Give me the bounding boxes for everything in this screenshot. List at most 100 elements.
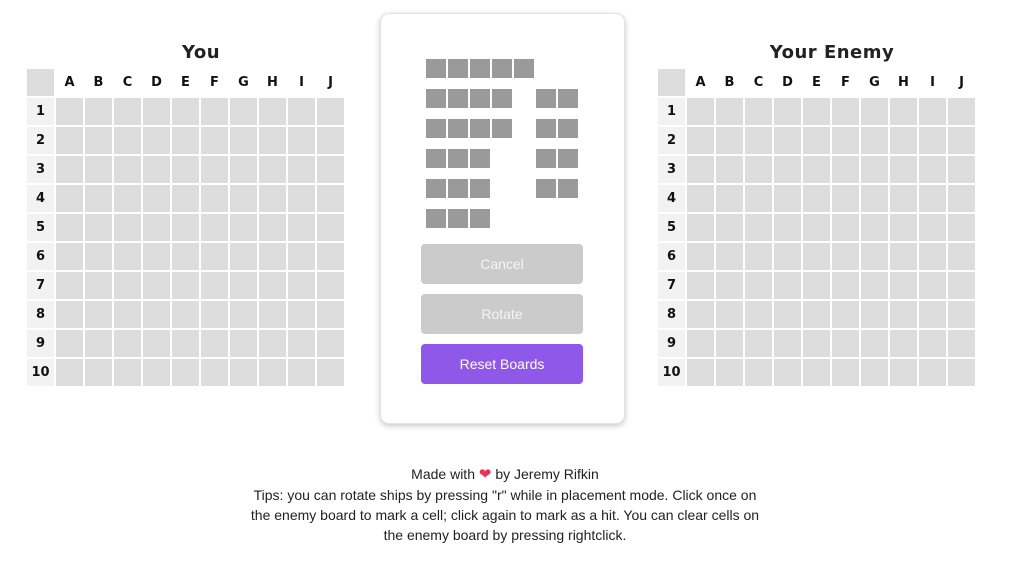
enemy-cell-e2[interactable] [803,127,830,154]
player-cell-b5[interactable] [85,214,112,241]
enemy-cell-j3[interactable] [948,156,975,183]
player-cell-a1[interactable] [56,98,83,125]
enemy-cell-j5[interactable] [948,214,975,241]
player-cell-f4[interactable] [201,185,228,212]
player-cell-i7[interactable] [288,272,315,299]
enemy-cell-a4[interactable] [687,185,714,212]
enemy-cell-f5[interactable] [832,214,859,241]
enemy-cell-f9[interactable] [832,330,859,357]
enemy-cell-i4[interactable] [919,185,946,212]
enemy-cell-e10[interactable] [803,359,830,386]
ship-battleship-2[interactable] [426,119,512,138]
enemy-cell-a9[interactable] [687,330,714,357]
ship-cruiser-3[interactable] [426,209,490,228]
enemy-cell-i5[interactable] [919,214,946,241]
player-cell-d10[interactable] [143,359,170,386]
enemy-cell-b10[interactable] [716,359,743,386]
player-cell-d6[interactable] [143,243,170,270]
player-cell-f10[interactable] [201,359,228,386]
player-cell-c4[interactable] [114,185,141,212]
player-cell-i8[interactable] [288,301,315,328]
player-cell-e1[interactable] [172,98,199,125]
player-cell-f6[interactable] [201,243,228,270]
player-cell-i3[interactable] [288,156,315,183]
ship-cruiser-1[interactable] [426,149,490,168]
player-cell-e8[interactable] [172,301,199,328]
enemy-cell-e1[interactable] [803,98,830,125]
player-cell-f7[interactable] [201,272,228,299]
player-cell-d3[interactable] [143,156,170,183]
player-cell-i4[interactable] [288,185,315,212]
player-cell-j1[interactable] [317,98,344,125]
enemy-cell-d8[interactable] [774,301,801,328]
enemy-cell-j9[interactable] [948,330,975,357]
enemy-cell-d3[interactable] [774,156,801,183]
player-cell-h2[interactable] [259,127,286,154]
enemy-cell-f8[interactable] [832,301,859,328]
player-cell-d1[interactable] [143,98,170,125]
enemy-cell-f1[interactable] [832,98,859,125]
enemy-cell-h1[interactable] [890,98,917,125]
enemy-cell-e6[interactable] [803,243,830,270]
player-cell-i6[interactable] [288,243,315,270]
enemy-cell-h4[interactable] [890,185,917,212]
player-cell-a9[interactable] [56,330,83,357]
player-cell-f8[interactable] [201,301,228,328]
enemy-cell-a1[interactable] [687,98,714,125]
player-cell-c3[interactable] [114,156,141,183]
enemy-cell-a8[interactable] [687,301,714,328]
player-cell-c5[interactable] [114,214,141,241]
player-cell-b10[interactable] [85,359,112,386]
enemy-cell-i3[interactable] [919,156,946,183]
player-cell-c1[interactable] [114,98,141,125]
enemy-cell-e3[interactable] [803,156,830,183]
player-cell-f1[interactable] [201,98,228,125]
player-cell-g5[interactable] [230,214,257,241]
player-cell-e6[interactable] [172,243,199,270]
ship-destroyer-3[interactable] [536,149,578,168]
player-cell-b1[interactable] [85,98,112,125]
enemy-cell-b6[interactable] [716,243,743,270]
enemy-cell-h7[interactable] [890,272,917,299]
player-cell-e3[interactable] [172,156,199,183]
player-cell-j8[interactable] [317,301,344,328]
enemy-cell-c2[interactable] [745,127,772,154]
enemy-cell-g10[interactable] [861,359,888,386]
player-cell-d7[interactable] [143,272,170,299]
rotate-button[interactable]: Rotate [421,294,583,334]
player-cell-h7[interactable] [259,272,286,299]
enemy-cell-f10[interactable] [832,359,859,386]
player-cell-g8[interactable] [230,301,257,328]
player-cell-c9[interactable] [114,330,141,357]
enemy-cell-c9[interactable] [745,330,772,357]
enemy-cell-e9[interactable] [803,330,830,357]
enemy-cell-b3[interactable] [716,156,743,183]
player-cell-f5[interactable] [201,214,228,241]
player-cell-j2[interactable] [317,127,344,154]
player-cell-e4[interactable] [172,185,199,212]
ship-carrier[interactable] [426,59,534,78]
player-cell-h10[interactable] [259,359,286,386]
player-cell-d5[interactable] [143,214,170,241]
enemy-cell-f2[interactable] [832,127,859,154]
enemy-cell-j4[interactable] [948,185,975,212]
player-cell-h8[interactable] [259,301,286,328]
enemy-cell-i1[interactable] [919,98,946,125]
enemy-cell-a5[interactable] [687,214,714,241]
player-cell-g3[interactable] [230,156,257,183]
enemy-cell-g5[interactable] [861,214,888,241]
enemy-cell-d2[interactable] [774,127,801,154]
player-cell-j9[interactable] [317,330,344,357]
ship-destroyer-1[interactable] [536,89,578,108]
enemy-cell-c10[interactable] [745,359,772,386]
reset-boards-button[interactable]: Reset Boards [421,344,583,384]
enemy-cell-c7[interactable] [745,272,772,299]
player-cell-j6[interactable] [317,243,344,270]
enemy-cell-d7[interactable] [774,272,801,299]
player-cell-a3[interactable] [56,156,83,183]
enemy-cell-j1[interactable] [948,98,975,125]
player-cell-f2[interactable] [201,127,228,154]
player-cell-i5[interactable] [288,214,315,241]
enemy-cell-h9[interactable] [890,330,917,357]
player-cell-f3[interactable] [201,156,228,183]
